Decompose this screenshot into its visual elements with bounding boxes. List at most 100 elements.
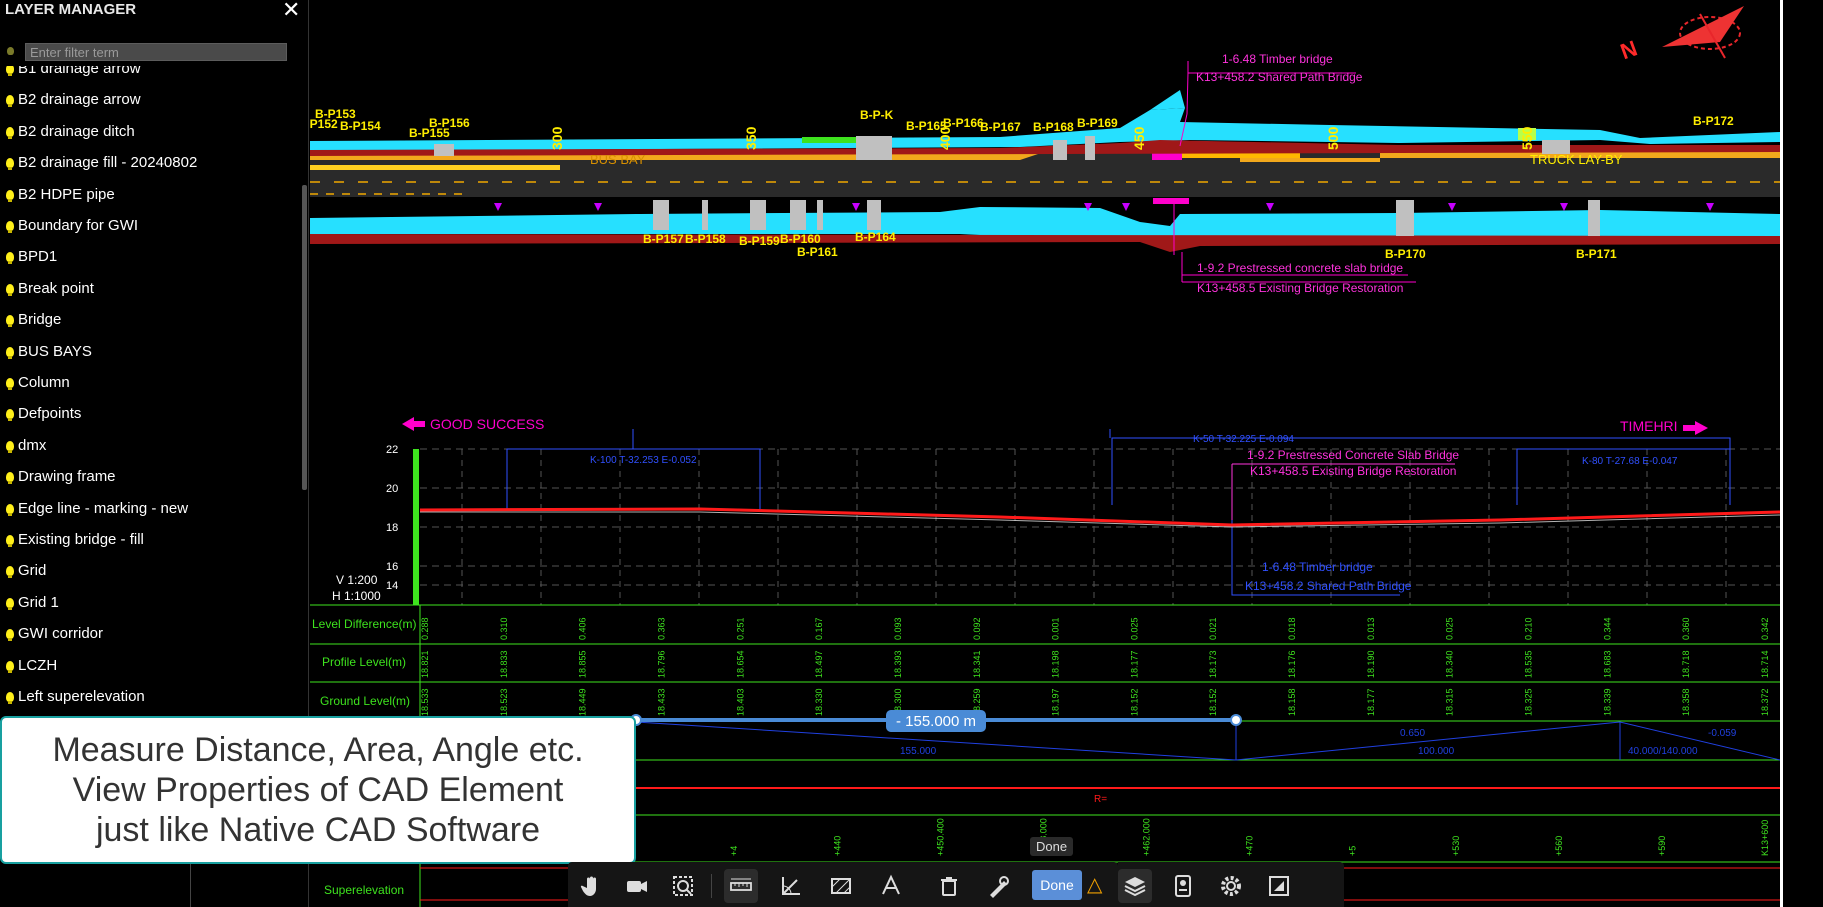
layer-filter-input[interactable] <box>25 43 287 61</box>
measure-angle-icon[interactable] <box>774 869 808 903</box>
callout-restoration: K13+458.5 Existing Bridge Restoration <box>1197 281 1403 295</box>
layer-item[interactable]: LCZH <box>0 651 57 681</box>
bulb-icon[interactable] <box>6 252 14 265</box>
layer-item[interactable]: BPD1 <box>0 242 57 272</box>
bulb-icon[interactable] <box>6 503 14 516</box>
layer-item[interactable]: dmx <box>0 431 46 461</box>
table-cell: 18.535 <box>1524 650 1534 678</box>
pier-label: B-P167 <box>980 120 1021 134</box>
table-cell: 18.198 <box>1051 650 1061 678</box>
pier-label: B-P171 <box>1576 247 1617 261</box>
table-cell: +440 <box>832 836 842 856</box>
properties-icon[interactable] <box>1166 869 1200 903</box>
layer-item[interactable]: Drawing frame <box>0 462 116 492</box>
measure-end-handle[interactable] <box>1230 714 1242 726</box>
layer-item[interactable]: Existing bridge - fill <box>0 525 144 555</box>
table-cell: 0.360 <box>1681 617 1691 640</box>
table-cell: 18.683 <box>1602 650 1612 678</box>
callout-slab-bridge: 1-9.2 Prestressed concrete slab bridge <box>1197 261 1403 275</box>
profile-note-slab: 1-9.2 Prestressed Concrete Slab Bridge <box>1247 448 1459 462</box>
bulb-icon[interactable] <box>6 189 14 202</box>
profile-note-timber: 1-6.48 Timber bridge <box>1262 560 1373 574</box>
layer-item[interactable]: Edge line - marking - new <box>0 494 188 524</box>
table-cell: 18.714 <box>1760 650 1770 678</box>
layer-item[interactable]: B2 drainage fill - 20240802 <box>0 148 197 178</box>
layer-item[interactable]: B2 drainage ditch <box>0 117 135 147</box>
bulb-icon[interactable] <box>6 158 14 171</box>
feature-callout: Measure Distance, Area, Angle etc. View … <box>0 716 636 864</box>
bulb-icon[interactable] <box>6 315 14 328</box>
table-cell: 18.523 <box>499 688 509 716</box>
layer-item[interactable]: Grid <box>0 556 46 586</box>
table-cell: 18.497 <box>814 650 824 678</box>
bulb-icon[interactable] <box>6 597 14 610</box>
pier-label: B-P-K <box>860 108 894 122</box>
layer-item[interactable]: GWI corridor <box>0 619 103 649</box>
elev-tick: 22 <box>386 444 398 456</box>
bulb-icon[interactable] <box>6 535 14 547</box>
layer-name: BUS BAYS <box>18 342 92 360</box>
gear-icon[interactable] <box>1214 869 1248 903</box>
table-cell: +530 <box>1451 836 1461 856</box>
text-annotation-icon[interactable] <box>874 869 908 903</box>
bulb-icon[interactable] <box>6 346 14 359</box>
table-cell: 0.093 <box>893 617 903 640</box>
table-cell: 0.021 <box>1208 617 1218 640</box>
done-button[interactable]: Done <box>1032 870 1082 900</box>
table-cell: 18.152 <box>1208 688 1218 716</box>
chainage-label: 300 <box>549 126 565 150</box>
trash-icon[interactable] <box>932 869 966 903</box>
bulb-icon[interactable] <box>6 95 14 108</box>
bus-bay-label: BUS BAY <box>590 152 646 167</box>
table-cell: 18.340 <box>1445 650 1455 678</box>
table-cell: 0.344 <box>1602 617 1612 640</box>
table-cell: 18.372 <box>1760 688 1770 716</box>
layer-name: Break point <box>18 279 94 297</box>
pan-hand-icon[interactable] <box>574 869 608 903</box>
measure-area-icon[interactable] <box>824 869 858 903</box>
bulb-icon[interactable] <box>6 283 14 296</box>
measure-distance-icon[interactable] <box>724 869 758 903</box>
direction-left: GOOD SUCCESS <box>430 416 544 432</box>
panel-scrollbar[interactable] <box>302 185 307 490</box>
pier-label: B-P156 <box>429 116 470 130</box>
bulb-icon[interactable] <box>6 126 14 139</box>
bulb-icon[interactable] <box>6 66 14 76</box>
row-label-level-diff: Level Difference(m) <box>312 617 416 631</box>
layer-item[interactable]: Column <box>0 368 70 398</box>
layers-icon[interactable] <box>1118 869 1152 903</box>
layer-item[interactable]: Break point <box>0 274 94 304</box>
layer-item[interactable]: Boundary for GWI <box>0 211 138 241</box>
viewport-scrollbar[interactable] <box>1780 0 1783 907</box>
bulb-icon[interactable] <box>6 629 14 642</box>
bulb-icon[interactable] <box>6 221 14 233</box>
layer-item[interactable]: B2 HDPE pipe <box>0 180 115 210</box>
layer-item[interactable]: B1 drainage arrow <box>0 66 141 84</box>
pier-label: B-P160 <box>780 232 821 246</box>
bulb-icon[interactable] <box>6 566 14 579</box>
bulb-icon[interactable] <box>6 472 14 485</box>
layer-item[interactable]: Defpoints <box>0 399 81 429</box>
measure-settings-icon[interactable] <box>982 869 1016 903</box>
table-cell: 0.167 <box>814 617 824 640</box>
layer-item[interactable]: Bridge <box>0 305 61 335</box>
layer-item[interactable]: BUS BAYS <box>0 337 92 367</box>
bulb-icon[interactable] <box>6 660 14 673</box>
layer-item[interactable]: Left superelevation <box>0 682 145 712</box>
fullscreen-icon[interactable] <box>1262 869 1296 903</box>
layer-name: B2 drainage fill - 20240802 <box>18 154 198 172</box>
layer-name: Bridge <box>18 311 62 329</box>
bulb-icon[interactable] <box>6 409 14 422</box>
table-cell: 0.288 <box>420 617 430 640</box>
bulb-icon[interactable] <box>6 440 14 453</box>
bulb-icon[interactable] <box>6 378 14 390</box>
zoom-window-icon[interactable] <box>666 869 700 903</box>
horizontal-scale: H 1:1000 <box>332 589 381 603</box>
table-cell: 0.251 <box>735 617 745 640</box>
close-icon[interactable]: ✕ <box>282 0 300 23</box>
camera-icon[interactable] <box>620 869 654 903</box>
table-cell: 18.339 <box>1602 688 1612 716</box>
bulb-icon[interactable] <box>6 692 14 704</box>
layer-item[interactable]: B2 drainage arrow <box>0 85 141 115</box>
layer-item[interactable]: Grid 1 <box>0 588 59 618</box>
